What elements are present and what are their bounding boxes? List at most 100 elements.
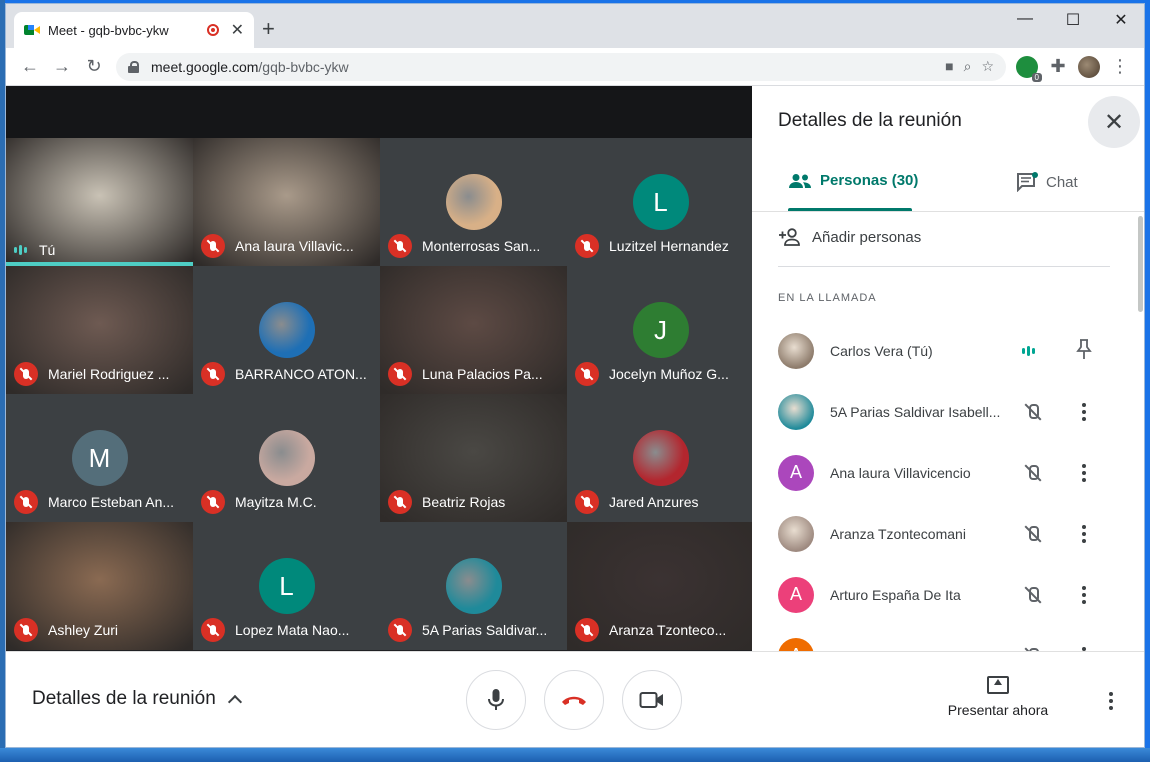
new-tab-button[interactable]: + — [262, 16, 275, 42]
participant-tile[interactable]: Mayitza M.C. — [193, 394, 380, 522]
panel-scrollbar[interactable] — [1138, 216, 1143, 312]
recording-indicator-icon — [206, 24, 219, 36]
tile-name-row: Beatriz Rojas — [388, 490, 561, 514]
minimize-button[interactable]: — — [1002, 10, 1048, 28]
muted-mic-icon[interactable] — [1024, 585, 1040, 605]
mic-off-icon — [575, 618, 599, 642]
extension-shield-icon[interactable]: 0 — [1016, 55, 1042, 82]
participant-list-item[interactable]: Carlos Vera (Tú) — [778, 320, 1108, 381]
tab-close-icon[interactable]: ✕ — [231, 20, 244, 40]
participant-avatar: M — [71, 430, 128, 486]
meeting-controls-bar: Detalles de la reunión Presentar ahora — [6, 651, 1144, 747]
profile-avatar[interactable] — [1078, 55, 1100, 78]
extension-badge: 0 — [1031, 72, 1042, 82]
maximize-button[interactable]: ☐ — [1050, 10, 1096, 30]
close-icon: ✕ — [1103, 108, 1125, 136]
bookmark-star-icon[interactable]: ☆ — [981, 58, 994, 75]
participant-grid: Tú Ana laura Villavic... Monterrosas San..… — [6, 138, 754, 651]
pin-icon[interactable] — [1076, 338, 1092, 365]
mic-off-icon — [14, 362, 38, 386]
participant-name: Lopez Mata Nao... — [235, 622, 350, 638]
participant-tile[interactable]: Beatriz Rojas — [380, 394, 567, 522]
muted-mic-icon[interactable] — [1024, 463, 1040, 483]
tile-name-row: Jocelyn Muñoz G... — [575, 362, 748, 386]
participant-tile[interactable]: 5A Parias Saldivar... — [380, 522, 567, 650]
mic-off-icon — [201, 490, 225, 514]
muted-mic-icon[interactable] — [1024, 402, 1040, 422]
browser-menu-icon[interactable]: ⋮ — [1104, 51, 1136, 83]
add-people-button[interactable]: Añadir personas — [778, 228, 921, 246]
mic-off-icon — [388, 362, 412, 386]
participant-name: Monterrosas San... — [422, 238, 541, 254]
browser-window: Meet - gqb-bvbc-ykw ✕ + — ☐ ✕ ← → ↻ meet… — [5, 3, 1145, 748]
back-arrow-icon[interactable]: ← — [14, 51, 46, 83]
meeting-details-toggle[interactable]: Detalles de la reunión — [32, 688, 242, 710]
participant-avatar — [258, 430, 315, 486]
participant-more-options-icon[interactable] — [1082, 585, 1086, 604]
participant-tile[interactable]: Mariel Rodriguez ... — [6, 266, 193, 394]
panel-close-button[interactable]: ✕ — [1088, 96, 1140, 148]
participant-tile[interactable]: BARRANCO ATON... — [193, 266, 380, 394]
tile-name-row: Luna Palacios Pa... — [388, 362, 561, 386]
participant-list-item[interactable]: A Arturo España De Ita — [778, 564, 1108, 625]
participant-tile[interactable]: Ashley Zuri — [6, 522, 193, 650]
participant-tile[interactable]: M Marco Esteban An... — [6, 394, 193, 522]
participant-tile[interactable]: Luna Palacios Pa... — [380, 266, 567, 394]
participant-tile[interactable]: Aranza Tzonteco... — [567, 522, 754, 650]
participant-list-item[interactable]: 5A Parias Saldivar Isabell... — [778, 381, 1108, 442]
participant-list-item[interactable]: A Ana laura Villavicencio — [778, 442, 1108, 503]
participant-name: Ana laura Villavic... — [235, 238, 354, 254]
chat-icon — [1017, 172, 1038, 192]
participant-tile[interactable]: J Jocelyn Muñoz G... — [567, 266, 754, 394]
window-close-button[interactable]: ✕ — [1098, 10, 1144, 30]
extensions-puzzle-icon[interactable]: ✚ — [1042, 51, 1074, 83]
address-bar[interactable]: meet.google.com/gqb-bvbc-ykw ■ ⌕ ☆ — [116, 52, 1006, 81]
tile-name-row: BARRANCO ATON... — [201, 362, 374, 386]
participant-name: Aranza Tzonteco... — [609, 622, 727, 638]
tab-chat-label: Chat — [1046, 173, 1078, 191]
present-now-button[interactable]: Presentar ahora — [946, 676, 1050, 718]
panel-divider — [752, 211, 1144, 212]
tab-people[interactable]: Personas (30) — [788, 172, 918, 189]
participant-tile[interactable]: Jared Anzures — [567, 394, 754, 522]
browser-tab-meet[interactable]: Meet - gqb-bvbc-ykw ✕ — [14, 12, 254, 48]
participant-list-item[interactable]: Aranza Tzontecomani — [778, 503, 1108, 564]
tab-chat[interactable]: Chat — [1016, 172, 1078, 192]
camera-permission-icon[interactable]: ■ — [945, 58, 953, 75]
hang-up-icon — [562, 696, 586, 705]
participant-avatar — [258, 302, 315, 358]
participant-list-avatar — [778, 515, 814, 552]
microphone-button[interactable] — [466, 670, 526, 730]
participant-name: Luzitzel Hernandez — [609, 238, 729, 254]
participant-more-options-icon[interactable] — [1082, 524, 1086, 543]
participant-avatar — [445, 174, 502, 230]
participant-more-options-icon[interactable] — [1082, 463, 1086, 482]
lock-icon[interactable] — [128, 60, 139, 73]
browser-toolbar: ← → ↻ meet.google.com/gqb-bvbc-ykw ■ ⌕ ☆… — [6, 48, 1144, 86]
zoom-icon[interactable]: ⌕ — [964, 58, 972, 75]
meet-app: Tú Ana laura Villavic... Monterrosas San..… — [6, 86, 1144, 747]
mic-off-icon — [201, 362, 225, 386]
meeting-details-label: Detalles de la reunión — [32, 688, 216, 709]
participant-name: Beatriz Rojas — [422, 494, 506, 510]
participant-tile[interactable]: Ana laura Villavic... — [193, 138, 380, 266]
mic-off-icon — [388, 618, 412, 642]
participant-more-options-icon[interactable] — [1082, 402, 1086, 421]
participant-tile[interactable]: Tú — [6, 138, 193, 266]
participant-tile[interactable]: L Lopez Mata Nao... — [193, 522, 380, 650]
tile-name-row: 5A Parias Saldivar... — [388, 618, 561, 642]
chevron-up-icon — [227, 694, 242, 710]
leave-call-button[interactable] — [544, 670, 604, 730]
forward-arrow-icon[interactable]: → — [46, 51, 78, 83]
muted-mic-icon[interactable] — [1024, 524, 1040, 544]
participant-avatar — [632, 430, 689, 486]
camera-button[interactable] — [622, 670, 682, 730]
participant-name: BARRANCO ATON... — [235, 366, 367, 382]
reload-icon[interactable]: ↻ — [78, 51, 110, 83]
participant-name: Luna Palacios Pa... — [422, 366, 543, 382]
more-options-icon[interactable] — [1109, 692, 1113, 710]
participant-tile[interactable]: L Luzitzel Hernandez — [567, 138, 754, 266]
participant-tile[interactable]: Monterrosas San... — [380, 138, 567, 266]
participant-name: Tú — [39, 242, 56, 258]
present-screen-icon — [987, 676, 1009, 694]
